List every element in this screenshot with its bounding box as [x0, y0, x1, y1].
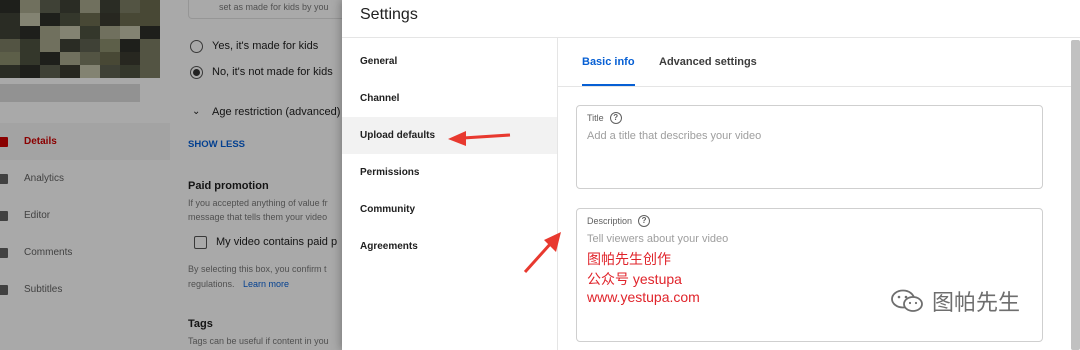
wechat-icon: [891, 289, 923, 312]
watermark-text: 图帕先生: [932, 290, 1021, 315]
watermark: 图帕先生: [890, 285, 1020, 317]
arrow-icon: [448, 131, 511, 146]
arrow-icon: [523, 232, 561, 274]
